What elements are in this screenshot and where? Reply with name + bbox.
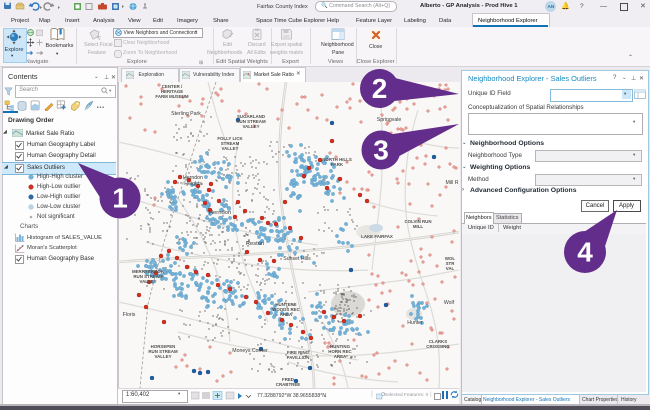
svg-text:2: 2 <box>372 73 388 104</box>
svg-text:1: 1 <box>112 183 128 214</box>
svg-text:4: 4 <box>577 237 593 268</box>
svg-text:3: 3 <box>373 135 389 166</box>
